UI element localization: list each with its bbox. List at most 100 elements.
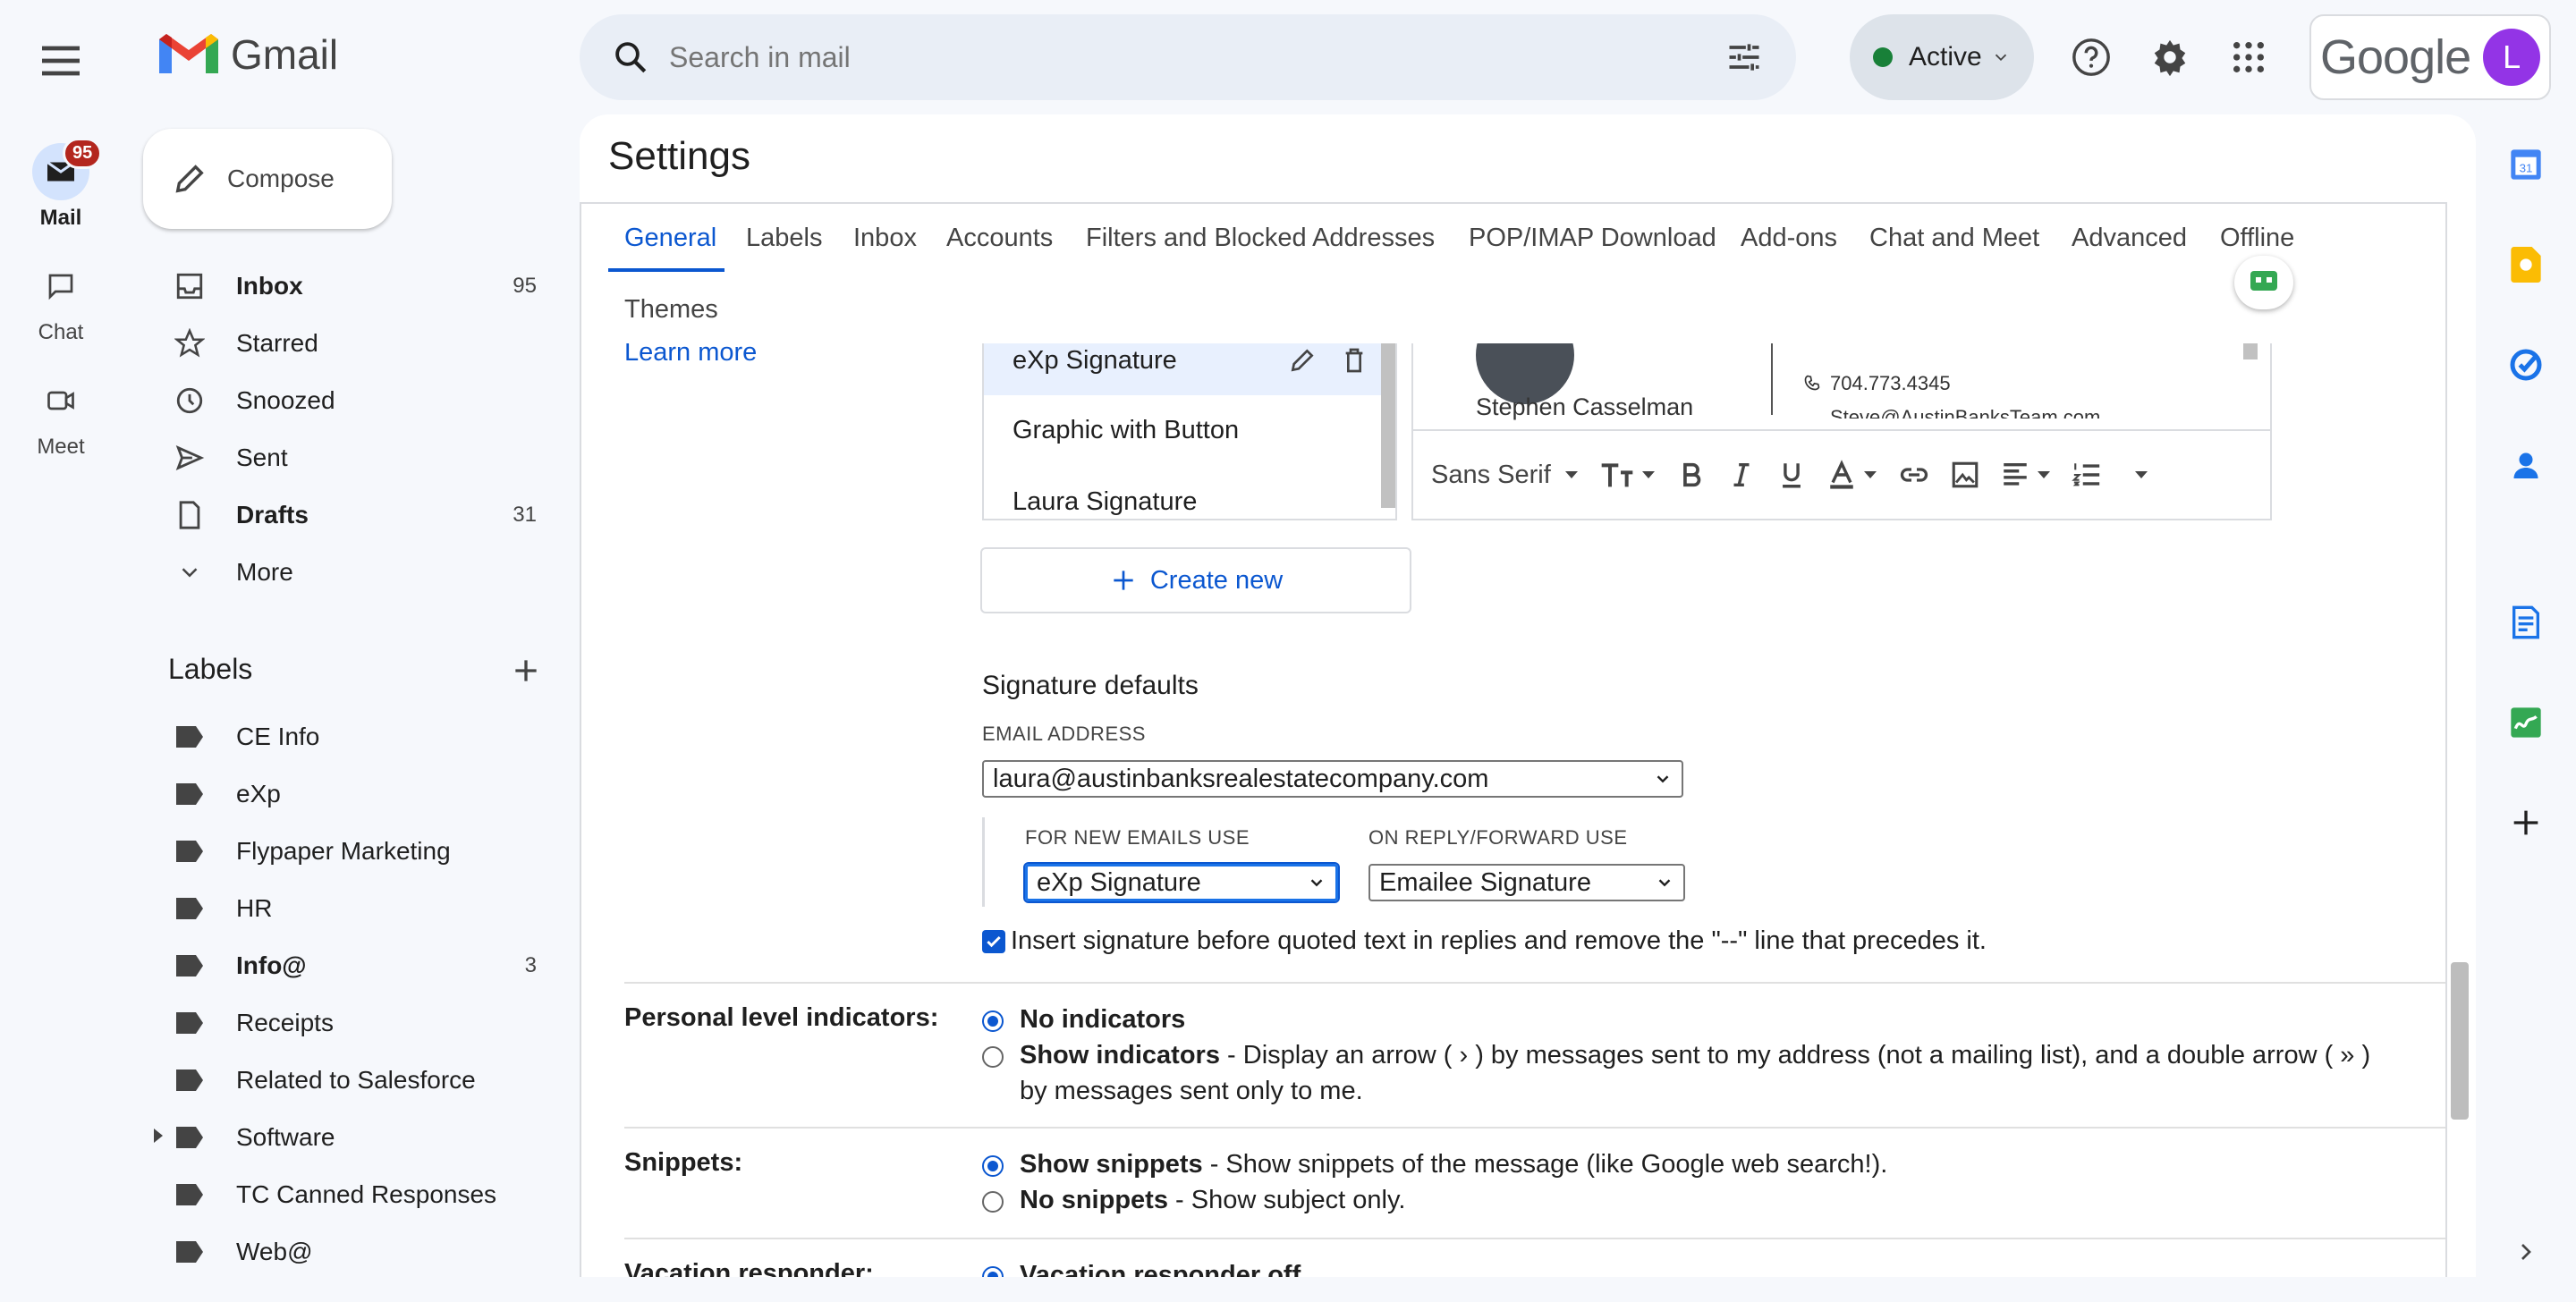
create-new-signature-button[interactable]: Create new [980, 547, 1411, 613]
signature-item[interactable]: eXp Signature [984, 343, 1386, 395]
signature-list-scrollbar[interactable] [1381, 343, 1395, 508]
label-item[interactable]: CE Info [143, 710, 555, 764]
signature-item[interactable]: Graphic with Button [984, 395, 1386, 465]
font-family-select[interactable]: Sans Serif [1431, 461, 1580, 490]
show-indicators-radio[interactable] [982, 1046, 1004, 1068]
settings-button[interactable] [2145, 32, 2195, 82]
email-address-select[interactable]: laura@austinbanksrealestatecompany.com [982, 760, 1683, 798]
addon-app[interactable] [2494, 590, 2558, 655]
label-item[interactable]: Web@ [143, 1225, 555, 1279]
tab-general[interactable]: General [624, 224, 716, 253]
new-emails-signature-select[interactable]: eXp Signature [1023, 862, 1340, 903]
label-item[interactable]: Software [143, 1111, 555, 1164]
label-item[interactable]: HR [143, 882, 555, 935]
nav-inbox[interactable]: Inbox 95 [143, 259, 555, 313]
signature-defaults-heading: Signature defaults [982, 671, 1199, 700]
tab-offline[interactable]: Offline [2220, 224, 2294, 253]
tasks-app[interactable] [2494, 333, 2558, 397]
email-address-label: EMAIL ADDRESS [982, 723, 1146, 745]
calendar-app[interactable]: 31 [2494, 132, 2558, 197]
underline-button[interactable] [1776, 460, 1807, 490]
show-snippets-radio[interactable] [982, 1155, 1004, 1177]
dropdown-arrow-icon [1863, 471, 1877, 478]
no-indicators-radio[interactable] [982, 1010, 1004, 1032]
tab-themes[interactable]: Themes [624, 295, 718, 325]
insert-before-checkbox[interactable] [982, 930, 1005, 953]
editor-toolbar: Sans Serif [1413, 429, 2270, 519]
tab-labels[interactable]: Labels [746, 224, 822, 253]
search-bar[interactable] [580, 14, 1796, 100]
tab-inbox[interactable]: Inbox [853, 224, 917, 253]
text-color-button[interactable] [1826, 460, 1878, 490]
label-item[interactable]: Receipts [143, 996, 555, 1050]
no-snippets-radio[interactable] [982, 1191, 1004, 1213]
nav-more[interactable]: More [143, 545, 555, 599]
plus-icon [515, 660, 537, 681]
chevron-down-icon [1995, 54, 2006, 62]
tab-chat-meet[interactable]: Chat and Meet [1869, 224, 2039, 253]
compose-button[interactable]: Compose [143, 129, 392, 229]
label-item[interactable]: Flypaper Marketing [143, 824, 555, 878]
label-item[interactable]: Info@ 3 [143, 939, 555, 993]
gmail-logo[interactable]: Gmail [159, 30, 338, 79]
more-formatting-button[interactable] [2132, 469, 2150, 480]
image-button[interactable] [1950, 460, 1980, 490]
search-input[interactable] [669, 40, 1724, 74]
show-indicators-description: - Display an arrow ( › ) by messages sen… [1020, 1041, 2371, 1105]
rail-mail[interactable]: Mail [0, 143, 122, 231]
main-scrollbar[interactable] [2451, 962, 2469, 1120]
addon-app-2[interactable] [2494, 690, 2558, 755]
label-item[interactable]: eXp [143, 767, 555, 821]
status-selector[interactable]: Active [1850, 14, 2034, 100]
assistant-bubble[interactable] [2234, 256, 2293, 309]
signature-email: Steve@AustinBanksTeam.com [1830, 406, 2101, 418]
label-item[interactable]: Related to Salesforce [143, 1053, 555, 1107]
apps-button[interactable] [2224, 32, 2274, 82]
nav-snoozed[interactable]: Snoozed [143, 374, 555, 427]
nav-count: 31 [513, 503, 537, 527]
tab-pop-imap[interactable]: POP/IMAP Download [1469, 224, 1716, 253]
show-snippets-label: Show snippets [1020, 1150, 1203, 1179]
label-item[interactable]: TC Canned Responses [143, 1168, 555, 1222]
learn-more-link[interactable]: Learn more [624, 343, 757, 368]
font-size-select[interactable] [1599, 461, 1657, 489]
account-area[interactable]: Google L [2309, 14, 2551, 100]
vacation-off-radio[interactable] [982, 1266, 1004, 1277]
numbered-list-button[interactable] [2072, 460, 2102, 490]
phone-icon [1804, 375, 1820, 391]
rail-chat[interactable]: Chat [0, 258, 122, 345]
support-button[interactable] [2066, 32, 2116, 82]
tab-accounts[interactable]: Accounts [946, 224, 1053, 253]
link-button[interactable] [1898, 459, 1930, 491]
reply-forward-signature-select[interactable]: Emailee Signature [1368, 864, 1685, 901]
signature-editor[interactable]: Stephen Casselman 704.773.4345 Steve@Aus… [1411, 343, 2272, 520]
keep-app[interactable] [2494, 232, 2558, 297]
nav-drafts[interactable]: Drafts 31 [143, 488, 555, 542]
avatar[interactable]: L [2483, 29, 2541, 86]
inbox-icon [176, 273, 203, 300]
tab-addons[interactable]: Add-ons [1741, 224, 1837, 253]
editor-scrollbar[interactable] [2243, 343, 2258, 359]
align-button[interactable] [2000, 460, 2052, 490]
plus-icon [1114, 571, 1133, 590]
contacts-app[interactable] [2494, 433, 2558, 497]
video-icon [47, 391, 74, 410]
rail-meet[interactable]: Meet [0, 372, 122, 460]
chevron-down-icon [182, 568, 198, 578]
hide-side-panel[interactable] [2494, 1220, 2558, 1284]
create-label-button[interactable] [508, 653, 544, 689]
main-menu-button[interactable] [36, 36, 86, 86]
apps-grid-icon [2233, 42, 2264, 72]
signature-name: Graphic with Button [1013, 415, 1240, 444]
show-snippets-option: Show snippets - Show snippets of the mes… [1020, 1146, 1887, 1182]
nav-sent[interactable]: Sent [143, 431, 555, 485]
nav-starred[interactable]: Starred [143, 317, 555, 370]
no-snippets-option: No snippets - Show subject only. [1020, 1182, 1405, 1218]
get-addons-button[interactable] [2494, 790, 2558, 855]
signature-item[interactable]: Laura Signature [984, 467, 1386, 537]
tab-filters[interactable]: Filters and Blocked Addresses [1086, 224, 1435, 253]
tab-advanced[interactable]: Advanced [2072, 224, 2187, 253]
bold-button[interactable] [1676, 460, 1707, 490]
nav-label: Drafts [236, 501, 309, 528]
italic-button[interactable] [1726, 460, 1757, 490]
